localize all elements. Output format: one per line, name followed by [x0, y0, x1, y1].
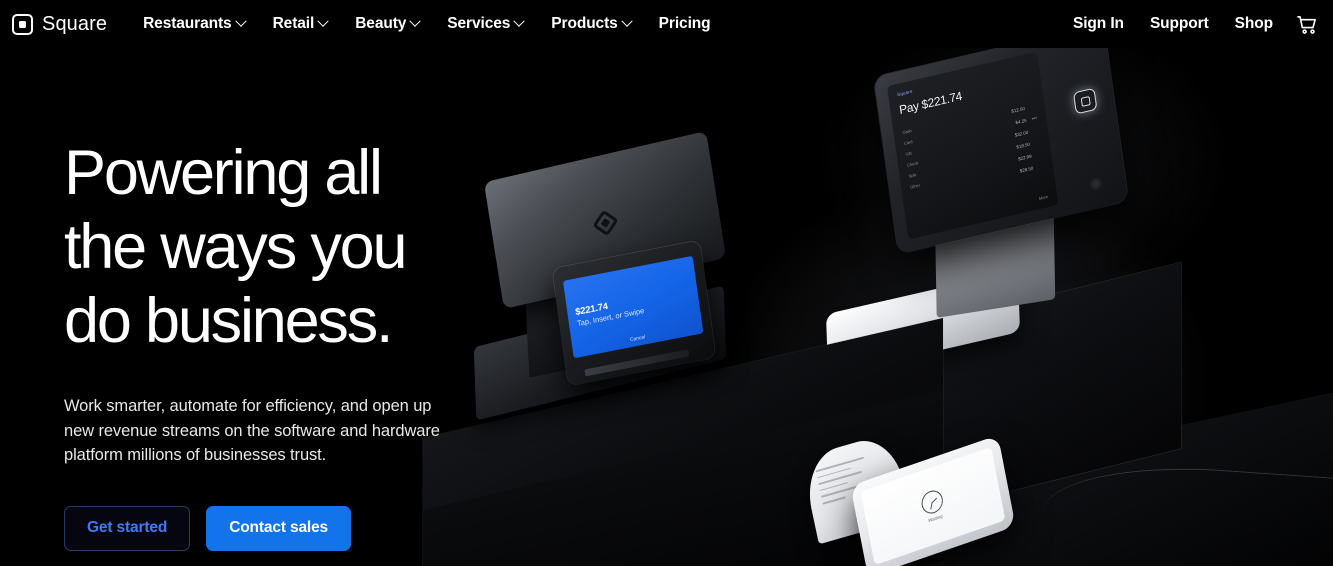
get-started-button[interactable]: Get started [64, 505, 191, 551]
register-screen: Square Pay $221.74 Cash Card Gift Check … [886, 51, 1059, 240]
register-menu-list: Cash Card Gift Check Split Other [902, 127, 922, 195]
terminal-card-slot [584, 349, 690, 377]
brand-logo-link[interactable]: Square [12, 13, 108, 35]
hero-product-image: Square Pay $221.74 Cash Card Gift Check … [423, 48, 1333, 566]
contact-sales-button[interactable]: Contact sales [206, 505, 352, 551]
nav-item-services[interactable]: Services [433, 9, 537, 39]
site-header: Square Restaurants Retail Beauty Service… [0, 0, 1333, 48]
nav-label-restaurants: Restaurants [143, 15, 232, 32]
nav-item-products[interactable]: Products [537, 9, 644, 39]
register-menu-item: Other [909, 182, 921, 190]
hero-copy: Powering all the ways you do business. W… [64, 136, 494, 551]
chevron-down-icon [317, 15, 329, 27]
nfc-contactless-icon [1072, 87, 1098, 115]
nav-label-services: Services [447, 15, 511, 32]
shopping-cart-icon[interactable] [1292, 9, 1322, 39]
square-register-device: Square Pay $221.74 Cash Card Gift Check … [873, 48, 1129, 255]
sign-in-link[interactable]: Sign In [1060, 9, 1137, 39]
headline-line-2: the ways you [64, 212, 407, 282]
register-line-items: $12.50 $4.25 $32.00 $18.50 $22.99 $28.50 [970, 106, 1035, 190]
register-menu-item: Gift [905, 150, 913, 157]
chevron-down-icon [409, 15, 421, 27]
primary-navigation: Restaurants Retail Beauty Services Produ… [143, 9, 724, 39]
register-menu-item: Card [903, 138, 913, 146]
nav-label-beauty: Beauty [355, 15, 407, 32]
register-menu-item: Check [906, 160, 919, 168]
chevron-down-icon [621, 15, 633, 27]
page-title: Powering all the ways you do business. [64, 136, 494, 358]
square-logo-icon [12, 13, 33, 35]
headline-line-3: do business. [64, 286, 394, 356]
register-home-button [1089, 176, 1103, 192]
headline-line-1: Powering all [64, 138, 383, 208]
clock-icon [919, 487, 945, 517]
register-menu-item: Cash [902, 127, 912, 135]
square-logo-icon [592, 209, 619, 236]
nav-label-retail: Retail [272, 15, 315, 32]
utility-navigation: Sign In Support Shop [1060, 9, 1333, 39]
brand-name: Square [42, 13, 108, 35]
terminal-cancel-label: Cancel [629, 334, 646, 344]
hero-subcopy: Work smarter, automate for efficiency, a… [64, 397, 440, 464]
hero-section: Square Pay $221.74 Cash Card Gift Check … [0, 48, 1333, 566]
nav-item-beauty[interactable]: Beauty [341, 9, 433, 39]
nav-item-pricing[interactable]: Pricing [645, 9, 725, 39]
nav-item-retail[interactable]: Retail [259, 9, 342, 39]
nav-label-pricing: Pricing [658, 15, 711, 32]
nav-label-products: Products [551, 15, 618, 32]
square-logo-icon [621, 256, 632, 268]
white-terminal-status: Waiting [927, 513, 943, 524]
register-more-label: More [1038, 193, 1049, 201]
hero-cta-row: Get started Contact sales [64, 505, 494, 551]
chevron-down-icon [234, 15, 247, 27]
register-menu-item: Split [908, 171, 917, 179]
register-dots-label: ••• [1031, 115, 1038, 123]
chevron-down-icon [513, 15, 525, 27]
terminal-screen: $221.74 Tap, Insert, or Swipe Cancel [562, 255, 704, 359]
support-link[interactable]: Support [1137, 9, 1222, 39]
shop-link[interactable]: Shop [1222, 9, 1286, 39]
nav-item-restaurants[interactable]: Restaurants [143, 9, 259, 39]
